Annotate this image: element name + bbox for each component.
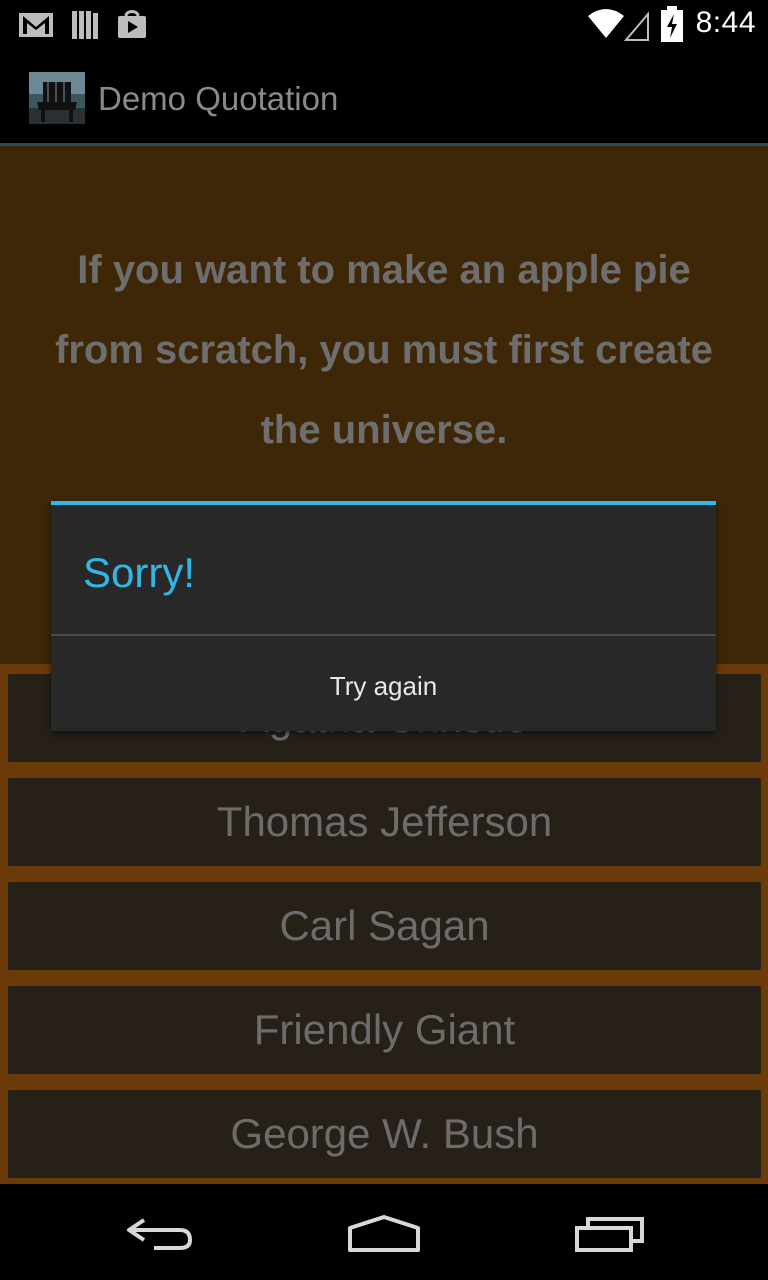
action-bar: Demo Quotation xyxy=(0,50,768,143)
recents-icon[interactable] xyxy=(574,1214,646,1254)
status-bar: 8:44 xyxy=(0,0,768,50)
answer-button-4[interactable]: Friendly Giant xyxy=(8,986,761,1074)
gmail-icon xyxy=(19,13,53,37)
sorry-dialog: Sorry! Try again xyxy=(51,501,716,731)
answer-button-3[interactable]: Carl Sagan xyxy=(8,882,761,970)
play-store-icon xyxy=(118,10,146,38)
wifi-icon xyxy=(588,9,649,41)
answer-button-5[interactable]: George W. Bush xyxy=(8,1090,761,1178)
app-title: Demo Quotation xyxy=(98,80,339,117)
navigation-bar xyxy=(0,1184,768,1280)
answer-button-2[interactable]: Thomas Jefferson xyxy=(8,778,761,866)
try-again-button[interactable]: Try again xyxy=(51,636,716,731)
battery-icon xyxy=(661,6,683,42)
library-icon xyxy=(72,11,98,39)
quote-text: If you want to make an apple pie from sc… xyxy=(55,248,713,452)
back-icon[interactable] xyxy=(124,1214,196,1254)
app-chair-icon[interactable] xyxy=(29,72,85,124)
dialog-title: Sorry! xyxy=(83,549,196,596)
home-icon[interactable] xyxy=(346,1214,422,1254)
clock: 8:44 xyxy=(695,6,756,39)
